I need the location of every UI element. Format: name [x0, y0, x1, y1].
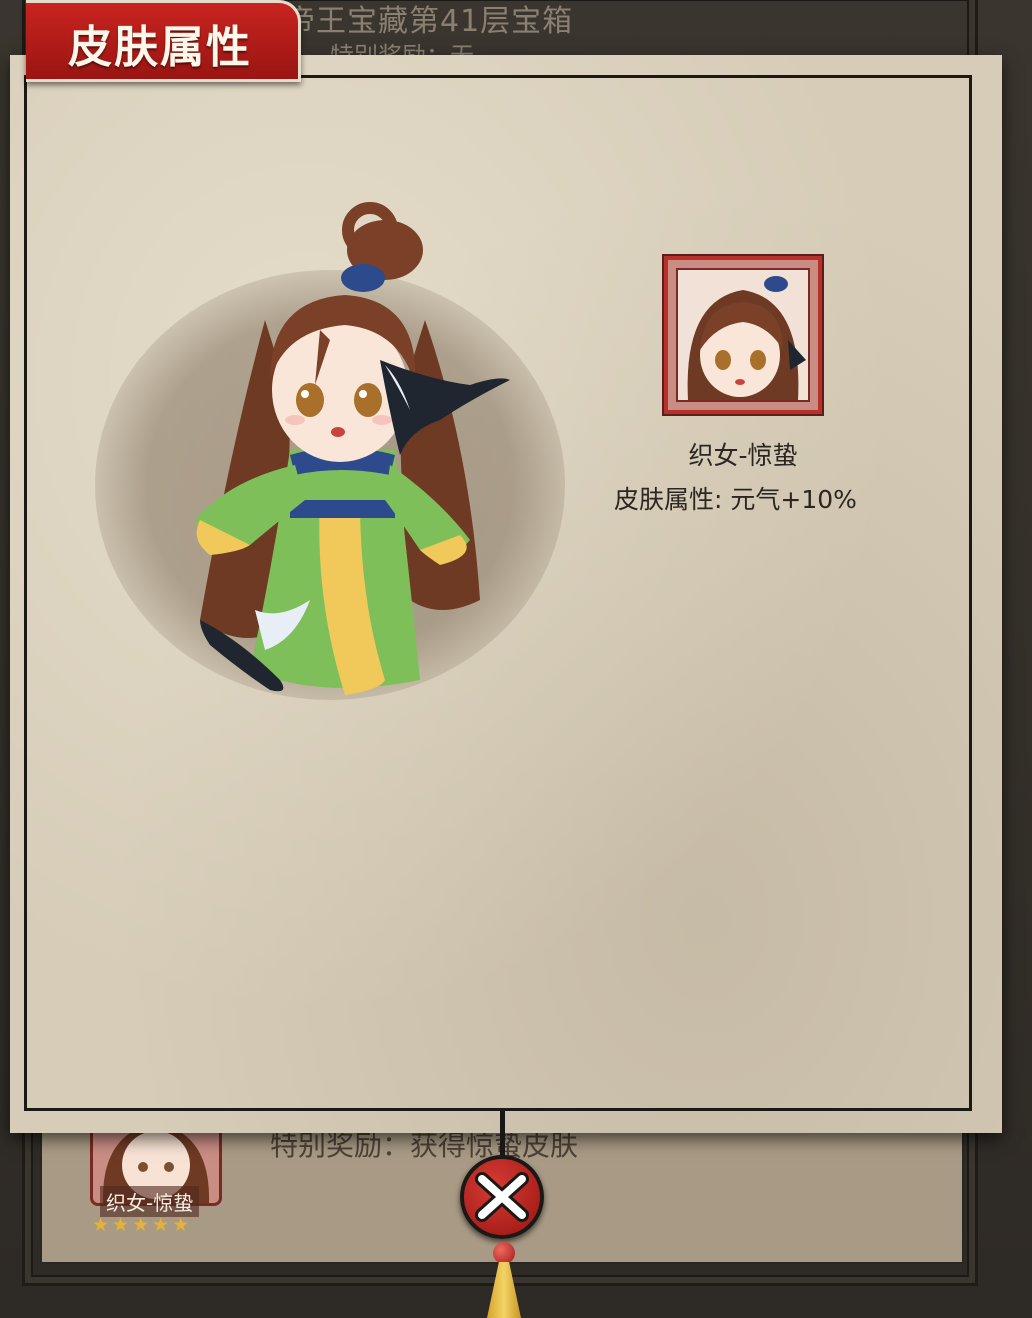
skin-portrait-frame: [664, 256, 822, 414]
close-x-icon: [475, 1172, 529, 1222]
background-star-rating: ★★★★★: [92, 1214, 193, 1236]
character-illustration: [195, 202, 510, 695]
tassel-bead: [493, 1242, 515, 1264]
skin-portrait: [676, 268, 810, 402]
close-button[interactable]: [460, 1155, 544, 1239]
popup-title: 皮肤属性: [68, 22, 252, 73]
skin-attribute: 皮肤属性: 元气+10%: [614, 485, 857, 514]
background-chest-title: 帝王宝藏第41层宝箱: [285, 4, 574, 39]
skin-name: 织女-惊蛰: [688, 441, 798, 470]
close-hanger-line: [500, 1108, 505, 1160]
background-skin-name: 织女-惊蛰: [100, 1186, 200, 1217]
title-tab: 皮肤属性: [26, 0, 301, 82]
